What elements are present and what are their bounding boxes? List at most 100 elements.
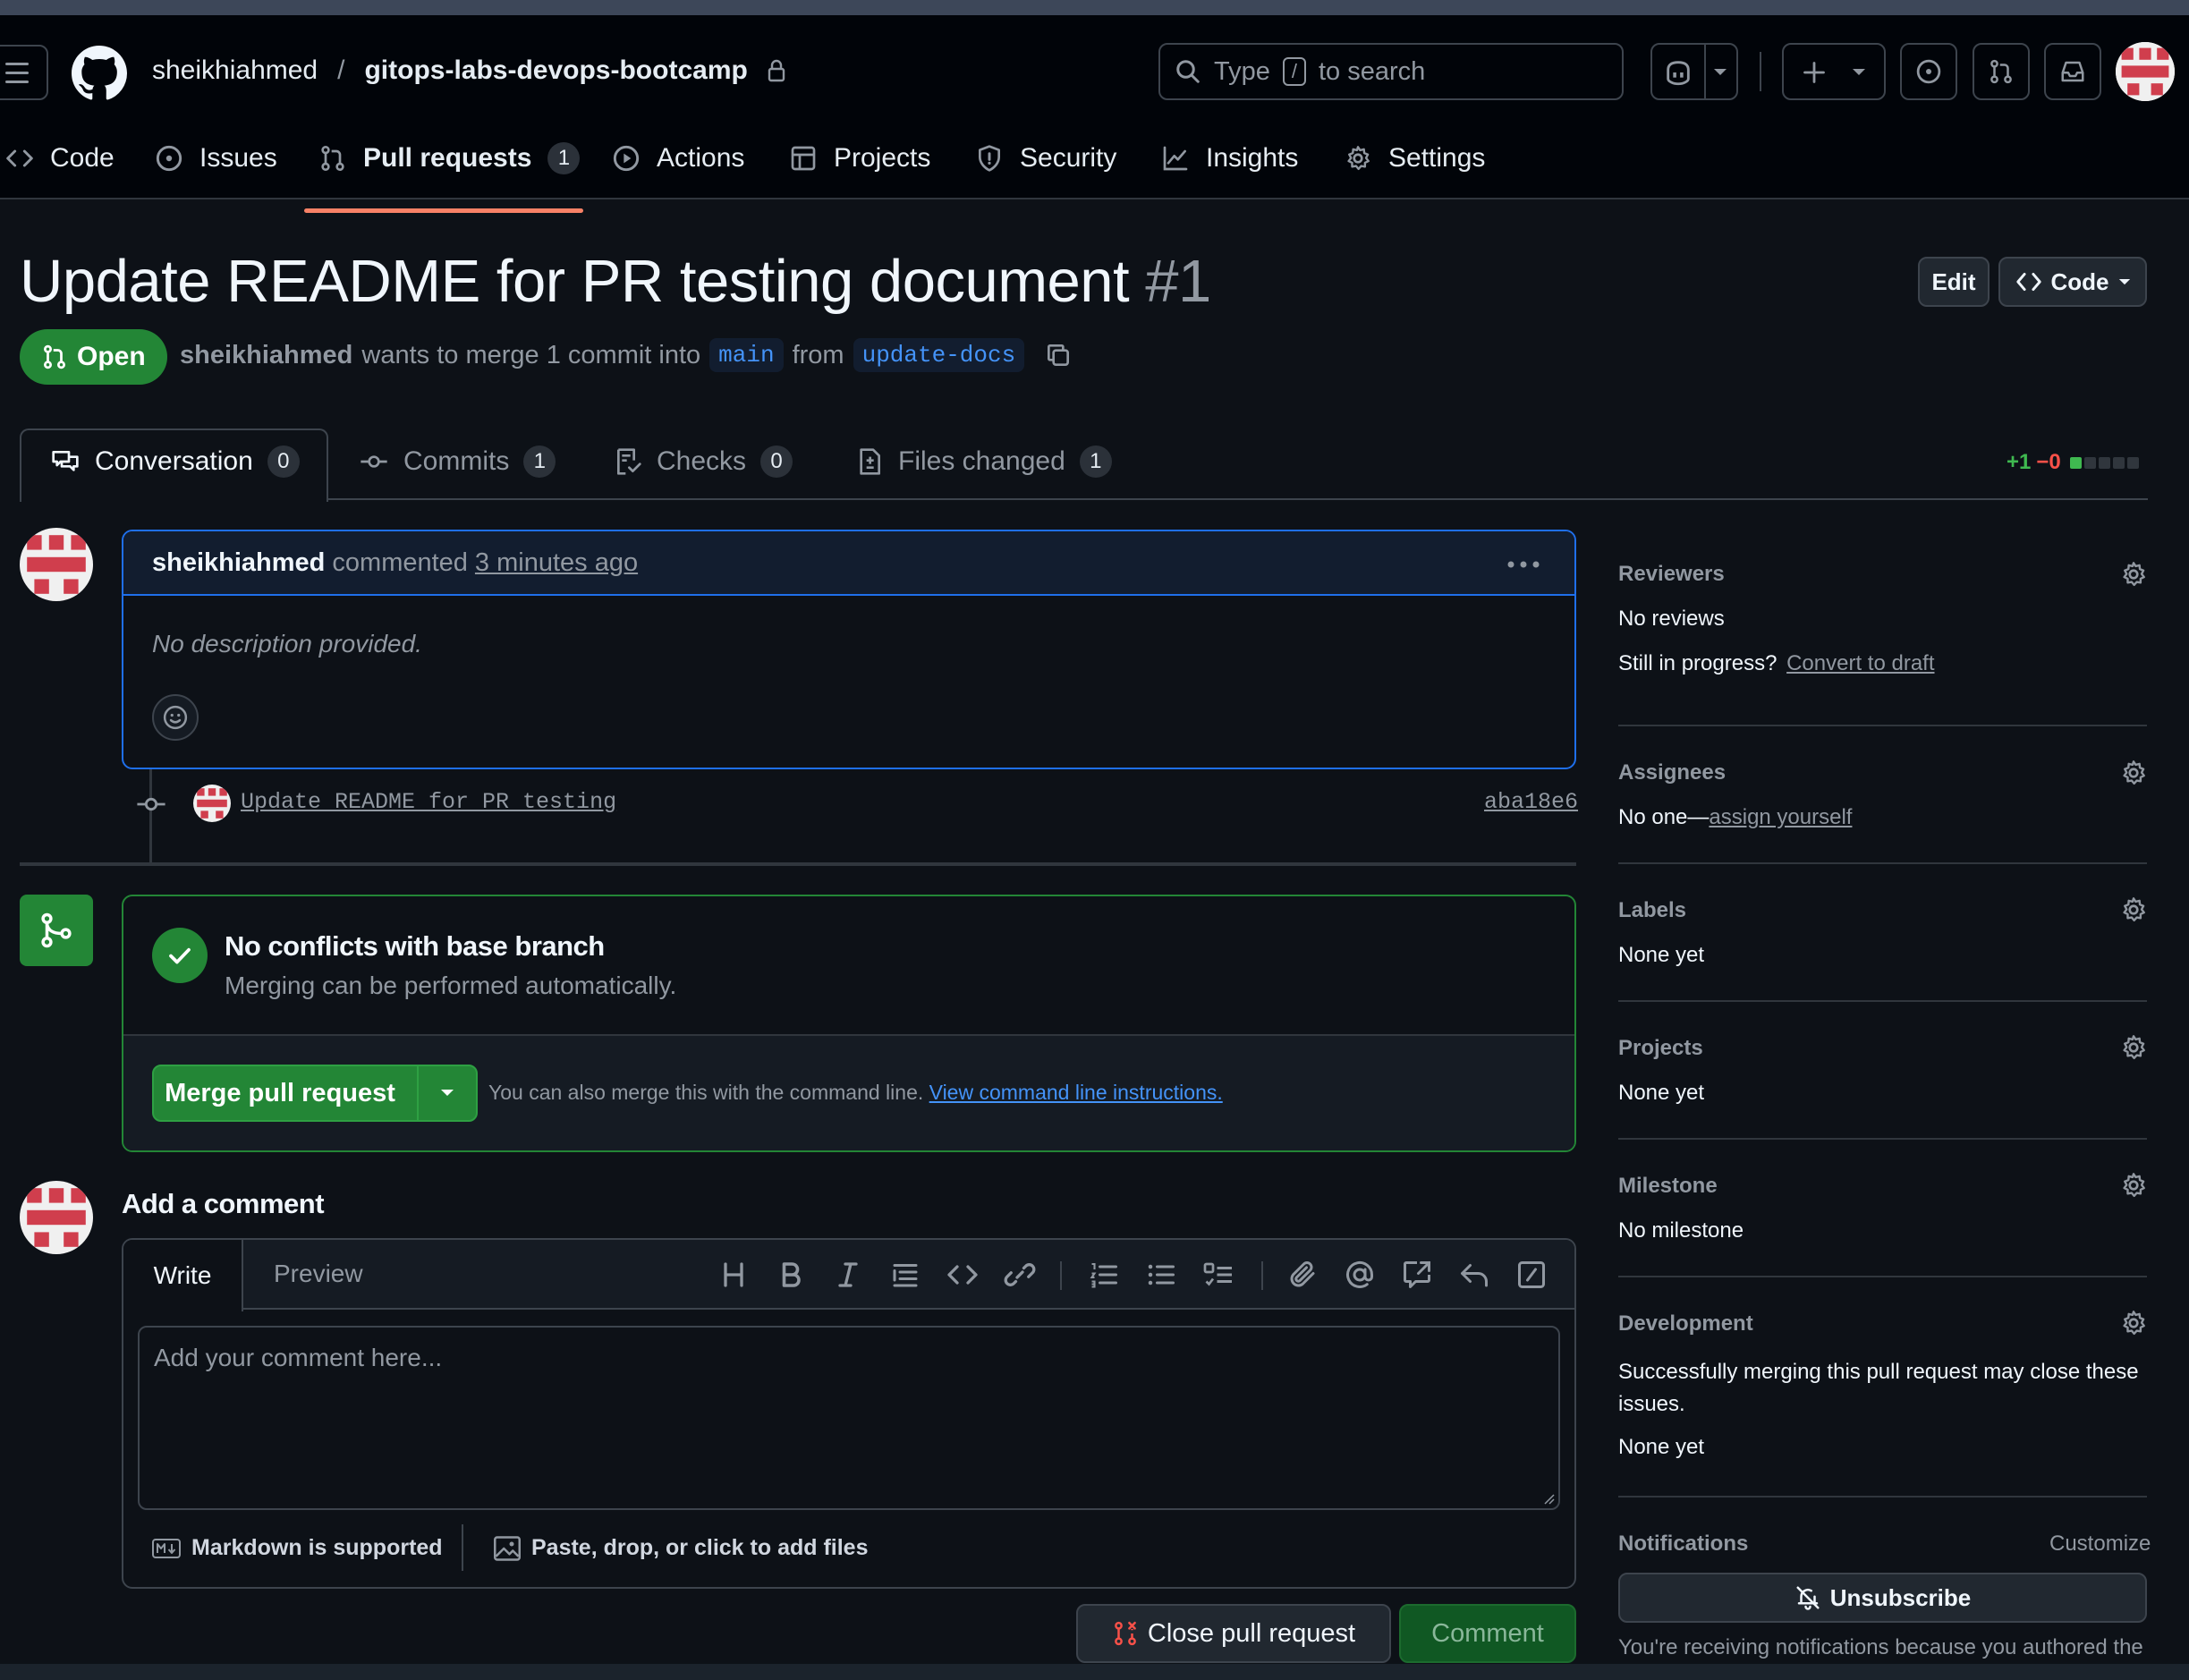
play-icon <box>613 145 640 172</box>
head-branch[interactable]: update-docs <box>853 338 1025 372</box>
repo-owner-link[interactable]: sheikhiahmed <box>152 55 318 86</box>
nav-projects[interactable]: Projects <box>789 132 930 185</box>
gear-icon[interactable] <box>2119 1309 2148 1337</box>
tab-files-changed[interactable]: Files changed 1 <box>855 445 1112 478</box>
assignees-none: No one— <box>1618 805 1710 829</box>
kebab-horizontal-icon[interactable] <box>1506 560 1540 569</box>
diffstat: +1 −0 <box>2007 450 2139 475</box>
current-user-avatar[interactable] <box>20 1181 93 1254</box>
code-dropdown-button[interactable]: Code <box>1998 257 2147 307</box>
nav-security[interactable]: Security <box>975 132 1116 185</box>
nav-actions[interactable]: Actions <box>612 132 744 185</box>
merge-pull-request-button[interactable]: Merge pull request <box>154 1079 417 1108</box>
slash-command-icon[interactable] <box>1515 1259 1548 1291</box>
close-pull-request-label: Close pull request <box>1147 1618 1356 1648</box>
commits-counter: 1 <box>523 445 556 478</box>
add-reaction-button[interactable] <box>152 694 199 741</box>
paperclip-icon[interactable] <box>1286 1259 1319 1291</box>
gear-icon[interactable] <box>2119 560 2148 589</box>
nav-projects-label: Projects <box>834 143 931 173</box>
issue-opened-icon <box>1916 59 1941 84</box>
gear-icon[interactable] <box>2119 759 2148 787</box>
search-icon <box>1176 60 1200 83</box>
comment-button[interactable]: Comment <box>1399 1604 1576 1663</box>
mention-icon[interactable] <box>1344 1259 1376 1291</box>
assign-yourself-link[interactable]: assign yourself <box>1709 805 1852 829</box>
development-heading[interactable]: Development <box>1618 1311 2147 1336</box>
comment-author[interactable]: sheikhiahmed <box>152 548 325 578</box>
bold-icon[interactable] <box>775 1259 807 1291</box>
nav-code[interactable]: Code <box>5 132 115 185</box>
cross-reference-icon[interactable] <box>1401 1259 1433 1291</box>
development-text: Successfully merging this pull request m… <box>1618 1360 2139 1416</box>
gear-icon[interactable] <box>2119 1171 2148 1200</box>
tab-commits[interactable]: Commits 1 <box>359 445 556 478</box>
gear-icon[interactable] <box>2119 1033 2148 1062</box>
milestone-heading[interactable]: Milestone <box>1618 1174 2147 1199</box>
inbox-button[interactable] <box>2044 43 2101 100</box>
user-avatar[interactable] <box>2116 42 2175 101</box>
tasklist-icon[interactable] <box>1202 1259 1234 1291</box>
italic-icon[interactable] <box>832 1259 864 1291</box>
merge-method-dropdown[interactable] <box>419 1066 476 1120</box>
check-circle <box>152 928 208 983</box>
edit-button[interactable]: Edit <box>1918 257 1990 307</box>
comment-placeholder: Add your comment here... <box>154 1344 443 1371</box>
tab-write[interactable]: Write <box>123 1240 243 1311</box>
close-pull-request-button[interactable]: Close pull request <box>1076 1604 1391 1663</box>
issues-button[interactable] <box>1900 43 1957 100</box>
github-logo-icon[interactable] <box>72 46 127 101</box>
quote-icon[interactable] <box>889 1259 921 1291</box>
comment-time[interactable]: 3 minutes ago <box>475 548 638 578</box>
nav-pull-requests[interactable]: Pull requests 1 <box>318 132 581 185</box>
search-input[interactable]: Type / to search <box>1158 43 1624 100</box>
git-pull-request-icon <box>44 344 65 369</box>
commit-author-avatar[interactable] <box>193 785 231 822</box>
pull-requests-button[interactable] <box>1973 43 2030 100</box>
markdown-supported[interactable]: Markdown is supported <box>152 1535 443 1561</box>
copy-icon[interactable] <box>1044 341 1073 369</box>
reviewers-value: No reviews <box>1618 607 1725 631</box>
menu-button[interactable] <box>0 45 48 100</box>
checks-counter: 0 <box>760 445 793 478</box>
base-branch[interactable]: main <box>709 338 784 372</box>
reviewers-heading[interactable]: Reviewers <box>1618 562 2147 587</box>
nav-settings[interactable]: Settings <box>1344 132 1485 185</box>
commit-sha-link[interactable]: aba18e6 <box>1484 789 1578 815</box>
resize-handle-icon[interactable] <box>1542 1492 1555 1505</box>
code-icon <box>2015 272 2041 292</box>
projects-heading[interactable]: Projects <box>1618 1036 2147 1061</box>
command-line-instructions-link[interactable]: View command line instructions. <box>929 1081 1223 1104</box>
markdown-icon <box>152 1538 181 1558</box>
tab-preview[interactable]: Preview <box>274 1260 363 1288</box>
comment-textarea[interactable]: Add your comment here... <box>138 1326 1560 1510</box>
commit-message-link[interactable]: Update README for PR testing <box>241 789 616 815</box>
gear-icon[interactable] <box>2119 895 2148 924</box>
pr-author-link[interactable]: sheikhiahmed <box>180 341 352 370</box>
labels-heading[interactable]: Labels <box>1618 898 2147 923</box>
heading-icon[interactable] <box>717 1259 750 1291</box>
table-icon <box>791 146 816 171</box>
link-icon[interactable] <box>1004 1259 1036 1291</box>
nav-security-label: Security <box>1020 143 1117 173</box>
convert-to-draft-link[interactable]: Convert to draft <box>1786 651 1934 675</box>
nav-issues[interactable]: Issues <box>155 132 277 185</box>
code-icon[interactable] <box>946 1259 979 1291</box>
unsubscribe-button[interactable]: Unsubscribe <box>1618 1573 2147 1623</box>
reply-icon[interactable] <box>1458 1259 1490 1291</box>
tabs-divider <box>20 498 2148 500</box>
comment-author-avatar[interactable] <box>20 528 93 601</box>
create-new-button[interactable] <box>1782 43 1886 100</box>
list-ordered-icon[interactable] <box>1088 1259 1120 1291</box>
list-unordered-icon[interactable] <box>1145 1259 1177 1291</box>
repo-name-link[interactable]: gitops-labs-devops-bootcamp <box>364 55 747 86</box>
in-progress-text: Still in progress? <box>1618 651 1778 675</box>
customize-link[interactable]: Customize <box>2049 1532 2151 1557</box>
nav-settings-label: Settings <box>1388 143 1486 173</box>
attach-files[interactable]: Paste, drop, or click to add files <box>494 1535 869 1561</box>
tab-checks[interactable]: Checks 0 <box>614 445 793 478</box>
copilot-button[interactable] <box>1650 43 1738 100</box>
nav-insights[interactable]: Insights <box>1161 132 1298 185</box>
assignees-heading[interactable]: Assignees <box>1618 760 2147 785</box>
notification-reason: You're receiving notifications because y… <box>1618 1635 2143 1659</box>
